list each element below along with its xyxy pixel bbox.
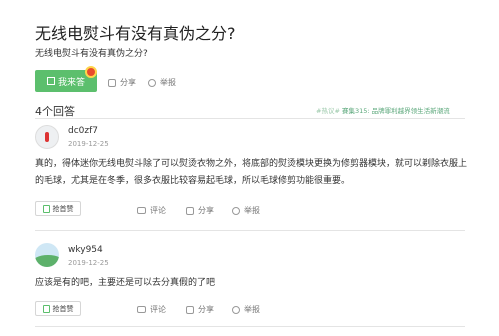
answer-date: 2019-12-25 — [68, 140, 109, 148]
report-button[interactable]: 举报 — [232, 205, 260, 216]
report-label: 举报 — [244, 206, 260, 215]
hot-topic-text: 賽集315: 品牌罪利越界领生活新潮流 — [341, 107, 450, 115]
answer-content: 真的，得体迷你无线电熨斗除了可以熨烫衣物之外，将底部的熨烫模块更换为修剪器模块，… — [35, 159, 468, 186]
report-button[interactable]: 举报 — [232, 304, 260, 315]
share-icon — [186, 305, 194, 314]
question-share-button[interactable]: 分享 — [108, 77, 136, 88]
question-report-label: 举报 — [160, 78, 176, 87]
comment-icon — [137, 306, 146, 313]
share-label: 分享 — [198, 305, 214, 314]
comment-icon — [137, 207, 146, 214]
report-label: 举报 — [244, 305, 260, 314]
question-description: 无线电熨斗有没有真伪之分? — [35, 49, 148, 59]
thumbs-up-icon — [42, 304, 50, 313]
answer-content: 应该是有的吧，主要还是可以去分真假的了吧 — [35, 278, 216, 288]
comment-button[interactable]: 评论 — [137, 205, 166, 216]
question-share-label: 分享 — [120, 78, 136, 87]
share-button[interactable]: 分享 — [186, 205, 214, 216]
avatar[interactable] — [35, 125, 59, 149]
avatar-landscape-icon — [35, 255, 59, 267]
avatar[interactable] — [35, 243, 59, 267]
question-title: 无线电熨斗有没有真伪之分? — [35, 24, 236, 43]
like-button[interactable]: 抢首赞 — [35, 301, 81, 316]
like-label: 抢首赞 — [52, 304, 74, 313]
divider — [35, 230, 465, 231]
share-button[interactable]: 分享 — [186, 304, 214, 315]
hot-topic-prefix: #热议# — [316, 107, 340, 115]
comment-label: 评论 — [150, 305, 166, 314]
like-label: 抢首赞 — [52, 204, 74, 213]
answer-username[interactable]: dc0zf7 — [68, 126, 98, 136]
share-icon — [186, 206, 194, 215]
comment-button[interactable]: 评论 — [137, 304, 166, 315]
comment-label: 评论 — [150, 206, 166, 215]
report-icon — [232, 305, 240, 314]
reward-badge-icon — [85, 66, 97, 78]
share-icon — [108, 78, 116, 87]
hot-topic-link[interactable]: #热议# 賽集315: 品牌罪利越界领生活新潮流 — [316, 105, 450, 115]
divider — [35, 326, 465, 327]
report-icon — [232, 206, 240, 215]
answer-count: 4个回答 — [35, 105, 75, 118]
avatar-mark-icon — [45, 132, 49, 142]
report-icon — [148, 78, 156, 87]
share-label: 分享 — [198, 206, 214, 215]
answer-date: 2019-12-25 — [68, 259, 109, 267]
thumbs-up-icon — [42, 204, 50, 213]
question-report-button[interactable]: 举报 — [148, 77, 176, 88]
answer-username[interactable]: wky954 — [68, 245, 103, 255]
answer-button-label: 我来答 — [57, 77, 85, 88]
divider — [35, 118, 465, 119]
like-button[interactable]: 抢首赞 — [35, 201, 81, 216]
edit-icon — [46, 77, 55, 85]
